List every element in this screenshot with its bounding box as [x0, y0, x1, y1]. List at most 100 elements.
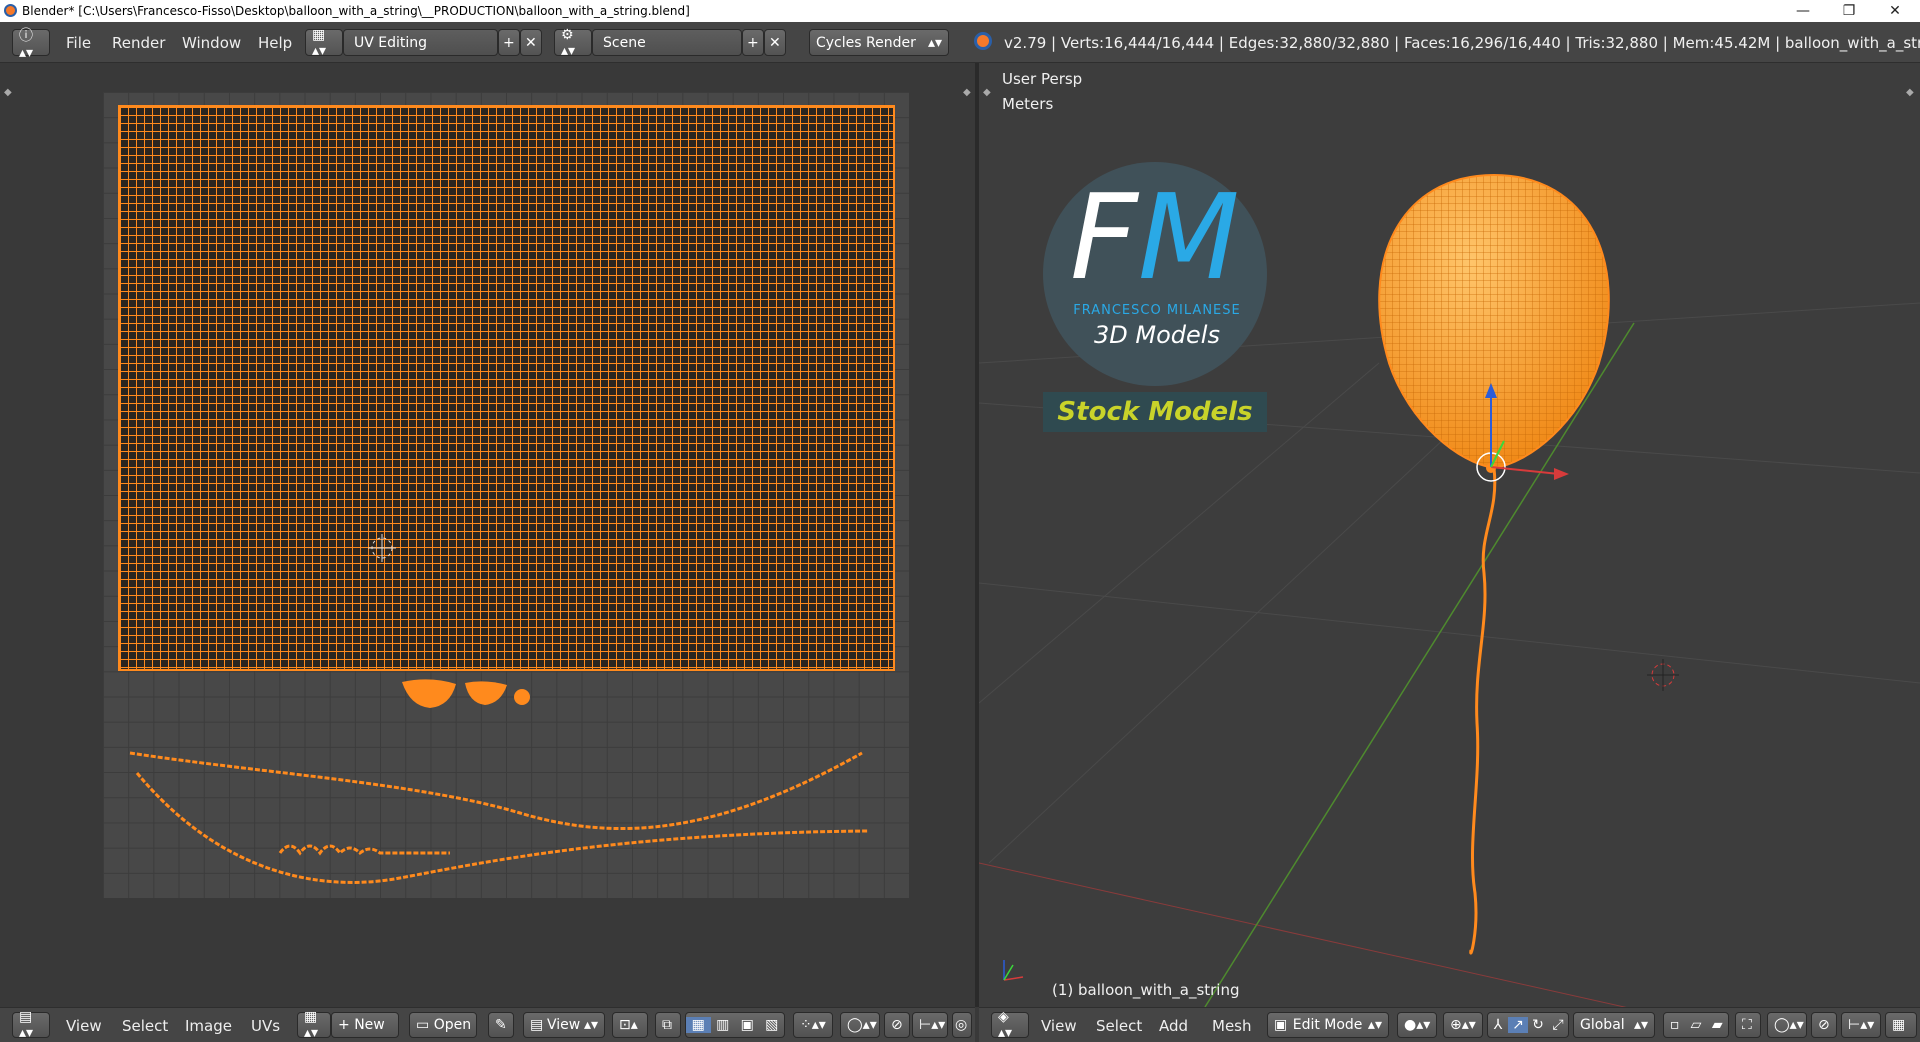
menu-file[interactable]: File [66, 34, 91, 52]
window-title: Blender* [C:\Users\Francesco-Fisso\Deskt… [22, 4, 690, 18]
face-mode-icon[interactable]: ▰ [1707, 1017, 1728, 1033]
sticky-select-icon[interactable]: ⁘▴▾ [793, 1012, 833, 1038]
layers-icon[interactable]: ▦ [1885, 1012, 1917, 1038]
face-select-icon[interactable]: ▣ [735, 1017, 760, 1033]
menu-window[interactable]: Window [182, 34, 241, 52]
manipulator-toggle-icon[interactable]: ⅄ [1488, 1017, 1508, 1033]
render-engine-label: Cycles Render [816, 34, 916, 51]
proportional-edit-icon[interactable]: ◯▴▾ [840, 1012, 880, 1038]
view-mode-icon: ▤ [530, 1017, 544, 1033]
snap-toggle-icon[interactable]: ⊘ [1811, 1012, 1837, 1038]
remove-screen-icon[interactable]: ✕ [520, 29, 542, 56]
folder-icon: ▭ [416, 1017, 434, 1033]
snap-element-icon[interactable]: ⊢▴▾ [912, 1012, 948, 1038]
scene-stats: v2.79 | Verts:16,444/16,444 | Edges:32,8… [1004, 34, 1920, 52]
maximize-button[interactable]: ❐ [1826, 0, 1872, 22]
new-image-button[interactable]: + New [331, 1012, 399, 1038]
snap-target-icon[interactable]: ⊢▴▾ [1841, 1012, 1881, 1038]
units-label: Meters [1002, 95, 1054, 113]
y-axis-line [1204, 322, 1635, 1007]
window-titlebar: Blender* [C:\Users\Francesco-Fisso\Deskt… [0, 0, 1920, 22]
mesh-select-mode-buttons[interactable]: ▫ ▱ ▰ [1663, 1012, 1729, 1038]
viewport-menu-select[interactable]: Select [1096, 1017, 1142, 1035]
plus-icon: + [338, 1017, 355, 1033]
scene-icon[interactable]: ⚙ ▴▾ [554, 27, 592, 59]
uv-menu-uvs[interactable]: UVs [251, 1017, 280, 1035]
transform-orientation-select[interactable]: Global ▴▾ [1573, 1012, 1655, 1038]
dropdown-arrows-icon: ▴▾ [927, 34, 942, 51]
open-image-button[interactable]: ▭ Open [409, 1012, 477, 1038]
open-image-label: Open [433, 1017, 472, 1033]
render-slot-icon[interactable]: ◎ [952, 1012, 972, 1038]
add-screen-icon[interactable]: + [498, 29, 520, 56]
rotate-manipulator-icon[interactable]: ↻ [1528, 1017, 1548, 1033]
info-header: ⓘ ▴▾ File Render Window Help ▦ ▴▾ UV Edi… [0, 22, 1920, 63]
interaction-mode-label: Edit Mode [1292, 1017, 1363, 1033]
fm-logo-name: FRANCESCO MILANESE [1073, 303, 1241, 318]
proportional-editing-icon[interactable]: ◯▴▾ [1767, 1012, 1807, 1038]
uv-editor-header: ▤ ▴▾ View Select Image UVs ▦ ▴▾ + New ▭ … [0, 1007, 975, 1042]
uv-menu-select[interactable]: Select [122, 1017, 168, 1035]
vertex-select-icon[interactable]: ▦ [686, 1017, 711, 1033]
uv-menu-image[interactable]: Image [185, 1017, 232, 1035]
uv-2d-cursor-icon[interactable] [368, 534, 396, 562]
uv-select-mode-buttons[interactable]: ▦ ▥ ▣ ▧ [685, 1012, 785, 1038]
menu-render[interactable]: Render [112, 34, 165, 52]
viewport-shading-icon[interactable]: ●▴▾ [1397, 1012, 1437, 1038]
balloon-string[interactable] [1469, 467, 1497, 955]
fm-logo-subtitle: 3D Models [1094, 321, 1220, 349]
viewport-menu-add[interactable]: Add [1159, 1017, 1188, 1035]
image-browse-icon[interactable]: ▦ ▴▾ [297, 1009, 331, 1041]
view-name-label: User Persp [1002, 70, 1083, 88]
edge-select-icon[interactable]: ▥ [711, 1017, 736, 1033]
blender-logo-icon [4, 4, 17, 17]
scale-manipulator-icon[interactable]: ⤢ [1548, 1017, 1568, 1033]
fm-logo-letters: FM [1070, 168, 1240, 306]
screen-layout-field[interactable]: UV Editing [343, 29, 498, 56]
view-mode-select[interactable]: ▤ View ▴▾ [523, 1012, 605, 1038]
blender-version-icon [974, 32, 992, 50]
editor-type-3d-icon[interactable]: ◈ ▴▾ [991, 1009, 1029, 1041]
balloon-mesh[interactable] [1378, 173, 1610, 470]
pivot-select-icon[interactable]: ⊡▴ [612, 1012, 648, 1038]
axis-gizmo-icon [1003, 960, 1024, 981]
viewport-menu-view[interactable]: View [1041, 1017, 1077, 1035]
viewport-menu-mesh[interactable]: Mesh [1212, 1017, 1252, 1035]
translate-manipulator-icon[interactable]: ↗ [1508, 1017, 1528, 1033]
uv-sync-icon[interactable]: ⧉ [655, 1012, 681, 1038]
menu-help[interactable]: Help [258, 34, 292, 52]
interaction-mode-select[interactable]: ▣ Edit Mode ▴▾ [1267, 1012, 1389, 1038]
uv-islands-svg [129, 534, 869, 884]
minimize-button[interactable]: — [1780, 0, 1826, 22]
uv-editor[interactable]: ◆ ◆ [0, 63, 975, 1007]
view-mode-label: View [546, 1017, 581, 1033]
add-scene-icon[interactable]: + [742, 29, 764, 56]
3d-viewport-header: ◈ ▴▾ View Select Add Mesh ▣ Edit Mode ▴▾ ●… [979, 1007, 1920, 1042]
manipulator-buttons[interactable]: ⅄ ↗ ↻ ⤢ [1487, 1012, 1569, 1038]
transform-orientation-label: Global [1580, 1017, 1625, 1033]
vertex-mode-icon[interactable]: ▫ [1664, 1017, 1685, 1033]
screen-layout-icon[interactable]: ▦ ▴▾ [305, 27, 343, 59]
3d-cursor-icon[interactable] [1647, 659, 1679, 691]
dropdown-arrows-icon: ▴▾ [1633, 1017, 1648, 1033]
render-engine-select[interactable]: Cycles Render ▴▾ [809, 29, 949, 56]
dropdown-arrows-icon: ▴▾ [1367, 1017, 1382, 1033]
edge-mode-icon[interactable]: ▱ [1685, 1017, 1706, 1033]
uv-menu-view[interactable]: View [66, 1017, 102, 1035]
fm-logo-badge: Stock Models [1043, 392, 1267, 432]
uv-island-knot [402, 679, 530, 708]
scene-field[interactable]: Scene [592, 29, 742, 56]
pin-icon[interactable]: ✎ [488, 1012, 514, 1038]
editor-type-info-icon[interactable]: ⓘ ▴▾ [12, 28, 50, 61]
close-window-button[interactable]: ✕ [1872, 0, 1918, 22]
edit-mode-icon: ▣ [1274, 1017, 1288, 1033]
uv-island-string [129, 751, 869, 884]
island-select-icon[interactable]: ▧ [760, 1017, 785, 1033]
active-object-label: (1) balloon_with_a_string [1052, 981, 1240, 999]
dropdown-arrows-icon: ▴▾ [583, 1017, 598, 1033]
snap-icon[interactable]: ⊘ [884, 1012, 910, 1038]
pivot-point-icon[interactable]: ⊕▴▾ [1443, 1012, 1483, 1038]
editor-type-image-icon[interactable]: ▤ ▴▾ [12, 1009, 50, 1041]
remove-scene-icon[interactable]: ✕ [764, 29, 786, 56]
occlude-geometry-icon[interactable]: ⛶ [1735, 1012, 1761, 1038]
